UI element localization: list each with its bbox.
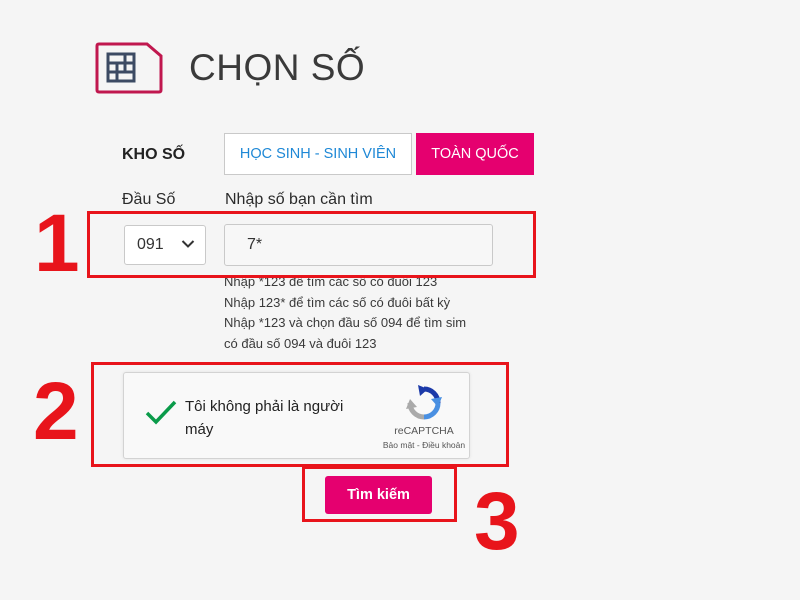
- annotation-number-3: 3: [474, 476, 520, 567]
- prefix-label: Đầu Số: [122, 191, 176, 208]
- hint-line: Nhập 123* để tìm các số có đuôi bất kỳ: [224, 294, 451, 310]
- page-title: CHỌN SỐ: [189, 47, 366, 88]
- annotation-box-2: [91, 362, 509, 467]
- sim-card-icon: [95, 42, 163, 94]
- annotation-number-2: 2: [33, 366, 79, 457]
- annotation-number-1: 1: [34, 198, 80, 289]
- search-hints: Nhập *123 để tìm các số có đuôi 123 Nhập…: [224, 272, 466, 355]
- hint-line: có đầu số 094 và đuôi 123: [224, 336, 377, 352]
- annotation-box-1: [87, 211, 536, 278]
- annotation-box-3: [302, 466, 457, 522]
- number-label: Nhập số bạn cần tìm: [225, 191, 373, 208]
- kho-so-label: KHO SỐ: [122, 146, 186, 163]
- tab-hoc-sinh-sinh-vien[interactable]: HỌC SINH - SINH VIÊN: [224, 133, 412, 175]
- tab-toan-quoc[interactable]: TOÀN QUỐC: [416, 133, 534, 175]
- hint-line: Nhập *123 và chọn đầu số 094 để tìm sim: [224, 315, 467, 331]
